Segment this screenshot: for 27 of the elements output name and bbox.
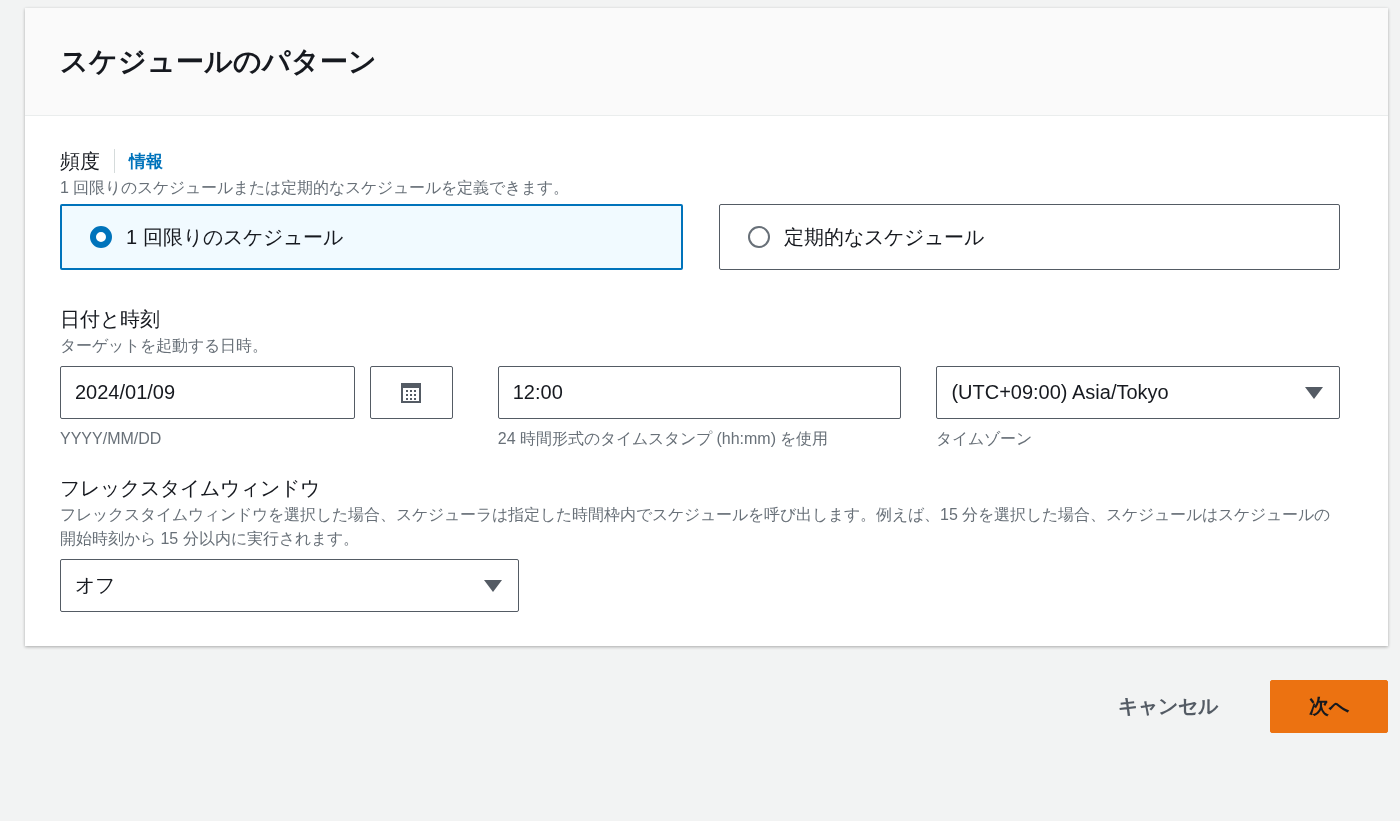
date-input[interactable]: 2024/01/09 [60,366,355,419]
field-label: 頻度 [60,149,100,174]
caret-icon [484,579,502,592]
radio-label: 1 回限りのスケジュール [126,224,343,250]
time-input[interactable]: 12:00 [497,366,902,419]
panel-title: スケジュールのパターン [60,44,377,79]
field-label: 日付と時刻 [60,308,160,330]
flex-window-select[interactable]: オフ [60,559,519,612]
cancel-button[interactable]: キャンセル [1114,681,1222,732]
field-label: フレックスタイムウィンドウ [60,477,320,499]
radio-button[interactable] [748,226,770,248]
radio-button[interactable] [90,226,112,248]
radio-tile[interactable]: 定期的なスケジュール [719,204,1340,270]
field-description: ターゲットを起動する日時。 [60,336,269,356]
field-hint: タイムゾーン [936,429,1034,449]
caret-icon [1305,386,1323,399]
field-description: フレックスタイムウィンドウを選択した場合、スケジューラは指定した時間枠内でスケジュールを呼び出します。例えば、15 分を選択した場合、スケジュールはスケジュールの開始時刻から 15 分以内に実行されます。 [60,505,1332,549]
timezone-select[interactable]: (UTC+09:00) Asia/Tokyo [936,366,1340,419]
calendar-icon [401,382,422,403]
field-hint: YYYY/MM/DD [60,429,163,449]
radio-label: 定期的なスケジュール [784,224,984,250]
radio-tile[interactable]: 1 回限りのスケジュール [60,204,683,270]
next-button[interactable]: 次へ [1270,680,1388,733]
calendar-button[interactable] [369,366,453,419]
info-link[interactable]: 情報 [129,149,163,173]
field-description: 1 回限りのスケジュールまたは定期的なスケジュールを定義できます。 [60,178,571,198]
field-hint: 24 時間形式のタイムスタンプ (hh:mm) を使用 [497,429,830,449]
